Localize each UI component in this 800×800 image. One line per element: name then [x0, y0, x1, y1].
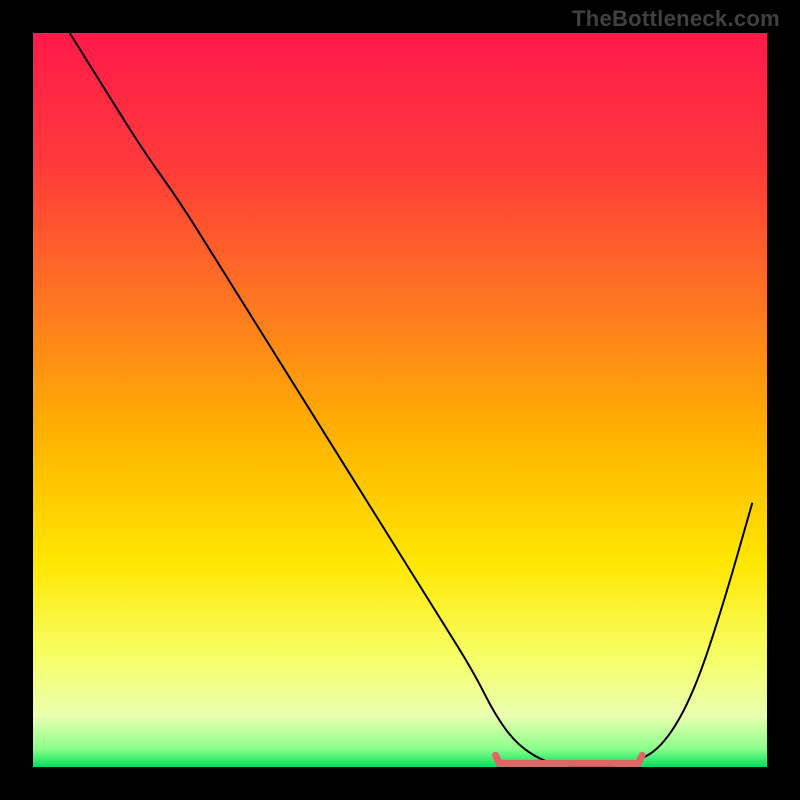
bottleneck-chart — [0, 0, 800, 800]
watermark-text: TheBottleneck.com — [572, 6, 780, 32]
chart-container: TheBottleneck.com — [0, 0, 800, 800]
plot-background — [33, 33, 767, 767]
